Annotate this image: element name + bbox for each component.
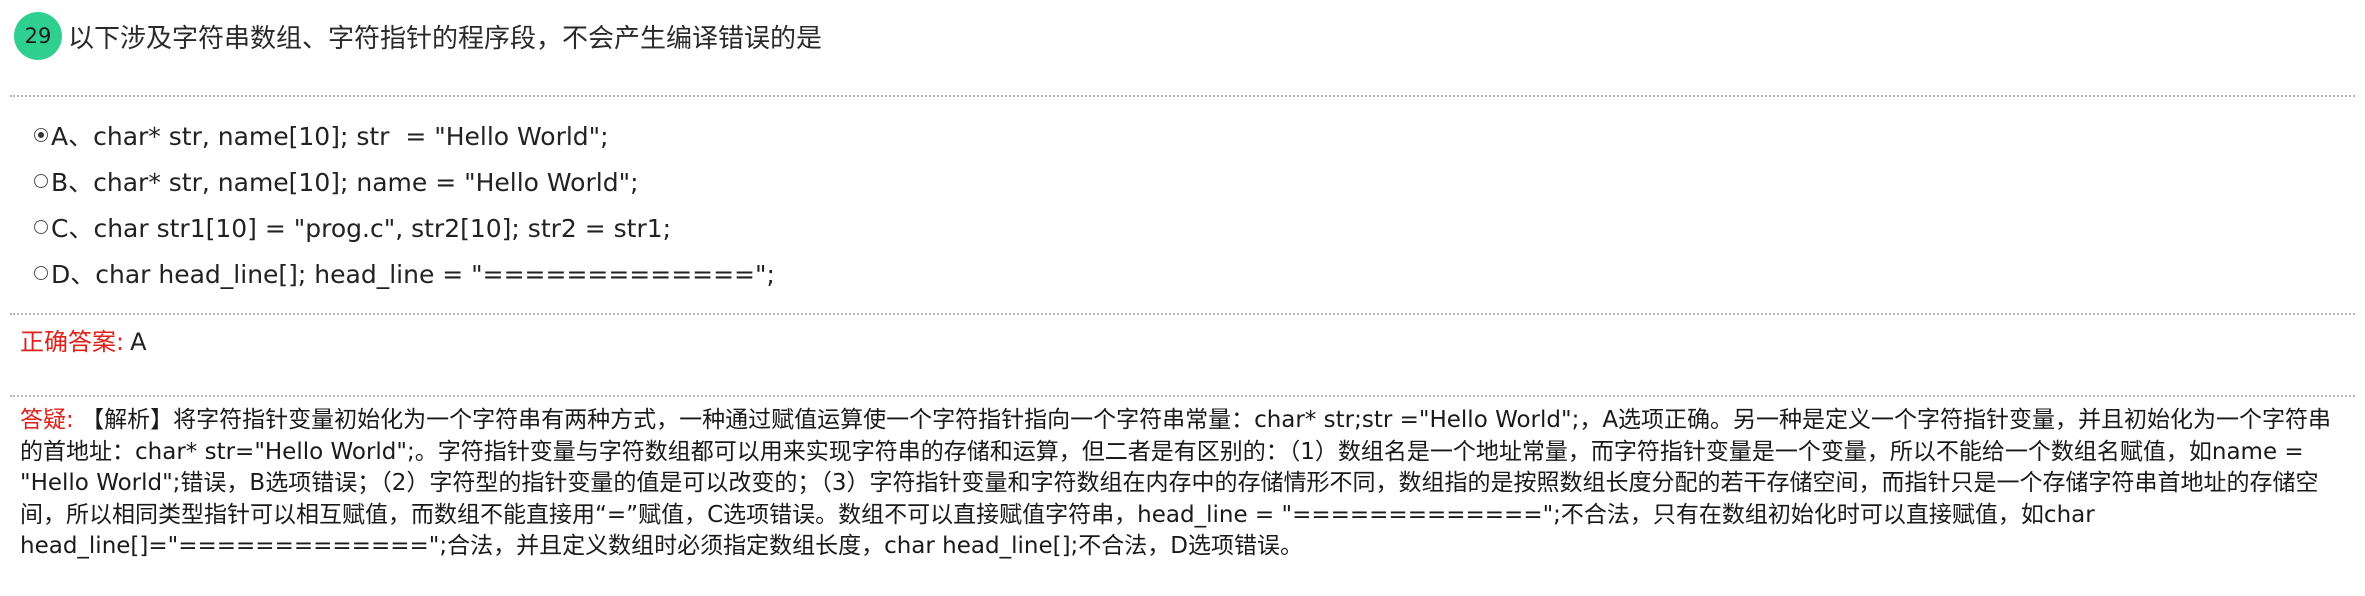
question-panel: 29 以下涉及字符串数组、字符指针的程序段，不会产生编译错误的是 A、char*… — [0, 0, 2365, 596]
divider — [10, 313, 2355, 315]
analysis-text: 【解析】将字符指针变量初始化为一个字符串有两种方式，一种通过赋值运算使一个字符指… — [20, 407, 2332, 559]
radio-unchecked-icon[interactable] — [34, 266, 48, 280]
radio-checked-icon[interactable] — [34, 128, 48, 142]
divider — [10, 95, 2355, 97]
options-list: A、char* str, name[10]; str = "Hello Worl… — [34, 112, 775, 296]
question-title: 以下涉及字符串数组、字符指针的程序段，不会产生编译错误的是 — [68, 23, 823, 54]
option-b[interactable]: B、char* str, name[10]; name = "Hello Wor… — [34, 158, 775, 204]
correct-answer-label: 正确答案: — [20, 328, 125, 356]
option-b-text: B、char* str, name[10]; name = "Hello Wor… — [51, 168, 639, 197]
radio-unchecked-icon[interactable] — [34, 174, 48, 188]
analysis-label: 答疑: — [20, 407, 74, 433]
option-a[interactable]: A、char* str, name[10]; str = "Hello Worl… — [34, 112, 775, 158]
analysis-block: 答疑: 【解析】将字符指针变量初始化为一个字符串有两种方式，一种通过赋值运算使一… — [20, 405, 2350, 563]
option-c[interactable]: C、char str1[10] = "prog.c", str2[10]; st… — [34, 204, 775, 250]
question-number-badge: 29 — [14, 12, 62, 60]
correct-answer-value: A — [130, 328, 147, 356]
option-c-text: C、char str1[10] = "prog.c", str2[10]; st… — [51, 214, 672, 243]
radio-unchecked-icon[interactable] — [34, 220, 48, 234]
option-a-text: A、char* str, name[10]; str = "Hello Worl… — [51, 122, 609, 151]
option-d-text: D、char head_line[]; head_line = "=======… — [51, 260, 775, 289]
question-header: 29 以下涉及字符串数组、字符指针的程序段，不会产生编译错误的是 — [14, 12, 822, 60]
option-d[interactable]: D、char head_line[]; head_line = "=======… — [34, 250, 775, 296]
correct-answer: 正确答案: A — [20, 322, 147, 357]
divider — [10, 395, 2355, 397]
